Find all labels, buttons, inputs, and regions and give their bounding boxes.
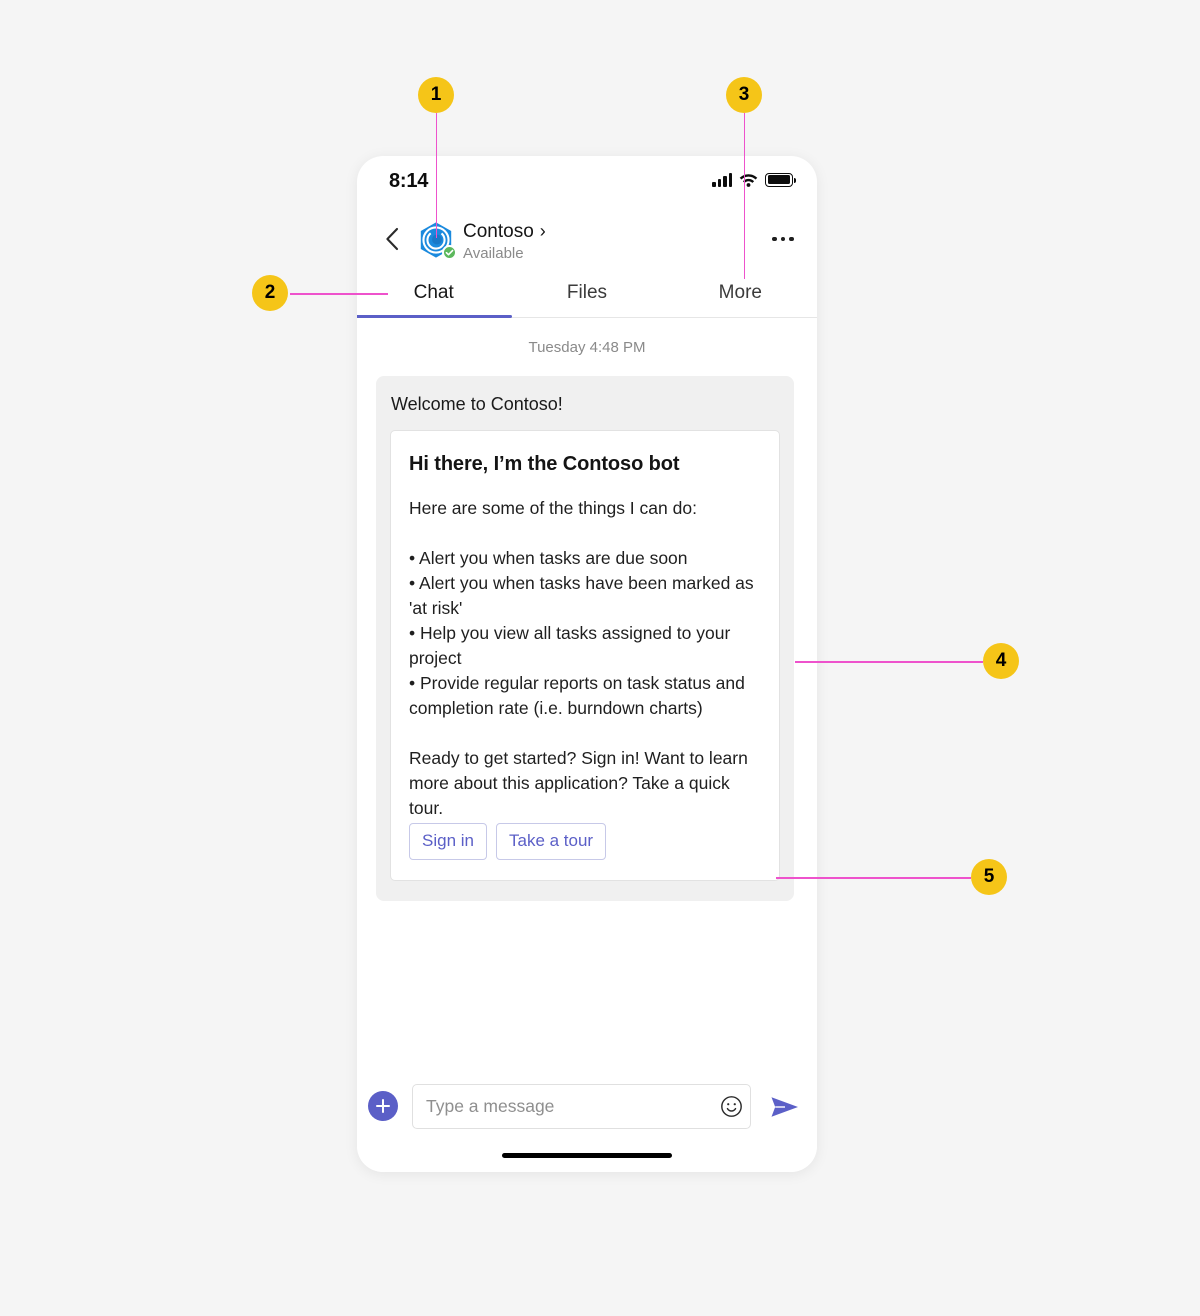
tab-bar: Chat Files More	[357, 270, 817, 318]
more-options-icon	[772, 236, 777, 242]
callout-badge-3: 3	[726, 77, 762, 113]
callout-leader-1	[435, 113, 438, 238]
tab-chat-label: Chat	[413, 281, 454, 303]
message-input[interactable]	[413, 1096, 712, 1117]
adaptive-card: Hi there, I’m the Contoso bot Here are s…	[390, 430, 780, 881]
plus-icon	[376, 1097, 390, 1115]
conversation-name: Contoso	[463, 221, 534, 242]
list-item: • Help you view all tasks assigned to yo…	[409, 623, 731, 668]
message-input-wrapper[interactable]	[412, 1084, 751, 1129]
more-options-button[interactable]	[765, 224, 801, 254]
back-button[interactable]	[375, 222, 409, 256]
tab-more[interactable]: More	[664, 270, 817, 317]
callout-badge-1: 1	[418, 77, 454, 113]
send-arrow-icon	[771, 1097, 798, 1117]
bubble-title: Welcome to Contoso!	[391, 394, 563, 414]
card-intro-text: Here are some of the things I can do:	[409, 498, 697, 518]
battery-icon	[765, 172, 796, 187]
tab-files[interactable]: Files	[510, 270, 663, 317]
callout-badge-4: 4	[983, 643, 1019, 679]
chevron-right-icon: ›	[539, 221, 546, 241]
send-button[interactable]	[767, 1090, 803, 1124]
card-action-set: Sign in Take a tour	[409, 823, 761, 860]
status-time: 8:14	[389, 170, 429, 192]
callout-leader-3	[743, 113, 746, 279]
bot-message-bubble: Welcome to Contoso! Hi there, I’m the Co…	[376, 376, 794, 901]
callout-leader-2	[290, 293, 388, 295]
card-capability-list: • Alert you when tasks are due soon • Al…	[409, 546, 761, 721]
phone-frame: 8:14 Contoso › Available Chat Files More…	[357, 156, 817, 1172]
card-heading: Hi there, I’m the Contoso bot	[409, 453, 680, 475]
callout-badge-2: 2	[252, 275, 288, 311]
tab-files-label: Files	[566, 281, 608, 303]
conversation-header: Contoso › Available	[357, 208, 817, 270]
callout-leader-4	[795, 661, 983, 663]
callout-badge-5: 5	[971, 859, 1007, 895]
message-timestamp: Tuesday 4:48 PM	[528, 339, 646, 356]
status-icons	[712, 172, 796, 187]
emoji-button[interactable]	[712, 1085, 750, 1128]
home-indicator	[502, 1152, 672, 1158]
signal-bars-icon	[712, 172, 732, 187]
message-composer	[357, 1076, 817, 1172]
list-item: • Alert you when tasks have been marked …	[409, 573, 754, 618]
tab-more-label: More	[718, 281, 762, 303]
callout-leader-5	[776, 877, 971, 879]
available-check-icon	[442, 245, 457, 260]
conversation-name-row: Contoso ›	[463, 220, 546, 243]
page-canvas: 1 2 3 4 5 8:14 Contoso › Available Chat …	[0, 0, 1200, 1316]
presence-label: Available	[463, 245, 524, 262]
list-item: • Provide regular reports on task status…	[409, 673, 745, 718]
back-chevron-icon	[386, 227, 399, 251]
conversation-identity[interactable]: Contoso › Available	[463, 220, 546, 263]
take-a-tour-button[interactable]: Take a tour	[495, 823, 607, 860]
list-item: • Alert you when tasks are due soon	[409, 548, 688, 568]
add-attachment-button[interactable]	[368, 1091, 398, 1121]
wifi-icon	[739, 174, 758, 187]
status-bar: 8:14	[357, 156, 817, 208]
sign-in-button[interactable]: Sign in	[409, 823, 487, 860]
chat-message-list[interactable]: Tuesday 4:48 PM Welcome to Contoso! Hi t…	[357, 318, 817, 1076]
card-outro-text: Ready to get started? Sign in! Want to l…	[409, 748, 748, 818]
emoji-smiley-icon	[720, 1096, 742, 1117]
